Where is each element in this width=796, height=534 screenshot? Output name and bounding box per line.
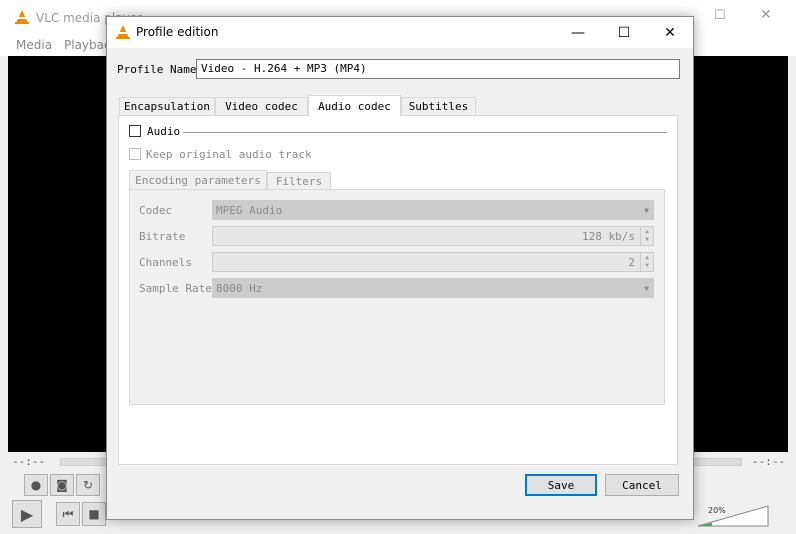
close-icon[interactable]: ✕	[760, 7, 772, 23]
vlc-cone-icon	[15, 10, 29, 24]
save-button[interactable]: Save	[525, 474, 597, 496]
volume-percent: 20%	[708, 506, 726, 515]
dialog-title: Profile edition	[136, 25, 219, 39]
encoding-parameters-panel: Codec MPEG Audio ▼ Bitrate 128 kb/s ▲ ▼ C…	[129, 189, 665, 405]
tab-audio-codec[interactable]: Audio codec	[308, 95, 401, 116]
snapshot-button[interactable]: ◙	[50, 474, 74, 496]
sample-rate-value: 8000 Hz	[216, 281, 263, 295]
channels-label: Channels	[139, 256, 192, 269]
codec-select[interactable]: MPEG Audio ▼	[212, 200, 654, 220]
tab-subtitles[interactable]: Subtitles	[401, 97, 476, 115]
menu-media[interactable]: Media	[16, 38, 52, 52]
stop-button[interactable]: ■	[82, 502, 106, 526]
sample-rate-label: Sample Rate	[139, 282, 212, 295]
maximize-icon[interactable]: ☐	[714, 8, 726, 23]
subtab-encoding-parameters[interactable]: Encoding parameters	[129, 170, 267, 190]
record-button[interactable]: ●	[24, 474, 48, 496]
profile-name-label: Profile Name	[117, 63, 197, 76]
codec-value: MPEG Audio	[216, 203, 283, 217]
time-remaining: --:--	[752, 455, 786, 468]
bitrate-spinbox[interactable]: 128 kb/s ▲ ▼	[212, 226, 654, 246]
codec-label: Codec	[139, 204, 173, 217]
keep-original-label: Keep original audio track	[146, 148, 312, 161]
subtab-filters[interactable]: Filters	[267, 172, 331, 190]
audio-group-label: Audio	[147, 125, 181, 138]
loop-icon: ↻	[82, 478, 94, 492]
maximize-button[interactable]: ☐	[601, 17, 647, 48]
stop-icon: ■	[88, 507, 100, 521]
spin-arrows-icon[interactable]: ▲ ▼	[640, 227, 653, 245]
cancel-button[interactable]: Cancel	[605, 474, 679, 496]
audio-checkbox[interactable]	[129, 125, 141, 137]
camera-icon: ◙	[56, 478, 68, 492]
time-elapsed: --:--	[12, 455, 46, 468]
profile-edition-dialog: Profile edition — ☐ ✕ Profile Name Video…	[106, 16, 694, 520]
previous-button[interactable]: ⏮	[56, 502, 80, 526]
close-icon: ✕	[664, 24, 676, 41]
tab-video-codec[interactable]: Video codec	[215, 97, 308, 115]
maximize-icon: ☐	[617, 24, 631, 41]
skip-back-icon: ⏮	[62, 506, 74, 521]
bitrate-label: Bitrate	[139, 230, 186, 243]
vlc-cone-icon	[116, 25, 130, 39]
record-icon: ●	[30, 478, 42, 492]
group-divider	[183, 132, 667, 133]
chevron-down-icon: ▼	[644, 205, 649, 215]
keep-original-checkbox[interactable]	[129, 148, 141, 160]
loop-button[interactable]: ↻	[76, 474, 100, 496]
tab-encapsulation[interactable]: Encapsulation	[119, 97, 215, 115]
play-button[interactable]: ▶	[12, 500, 42, 528]
play-icon: ▶	[20, 504, 34, 524]
spin-arrows-icon[interactable]: ▲ ▼	[640, 253, 653, 271]
profile-name-input[interactable]: Video - H.264 + MP3 (MP4)	[196, 59, 680, 79]
minimize-button[interactable]: —	[555, 17, 601, 48]
close-button[interactable]: ✕	[647, 17, 693, 48]
dialog-title-bar: Profile edition — ☐ ✕	[107, 17, 693, 48]
channels-spinbox[interactable]: 2 ▲ ▼	[212, 252, 654, 272]
chevron-down-icon: ▼	[644, 283, 649, 293]
minimize-icon: —	[571, 24, 585, 41]
sample-rate-select[interactable]: 8000 Hz ▼	[212, 278, 654, 298]
